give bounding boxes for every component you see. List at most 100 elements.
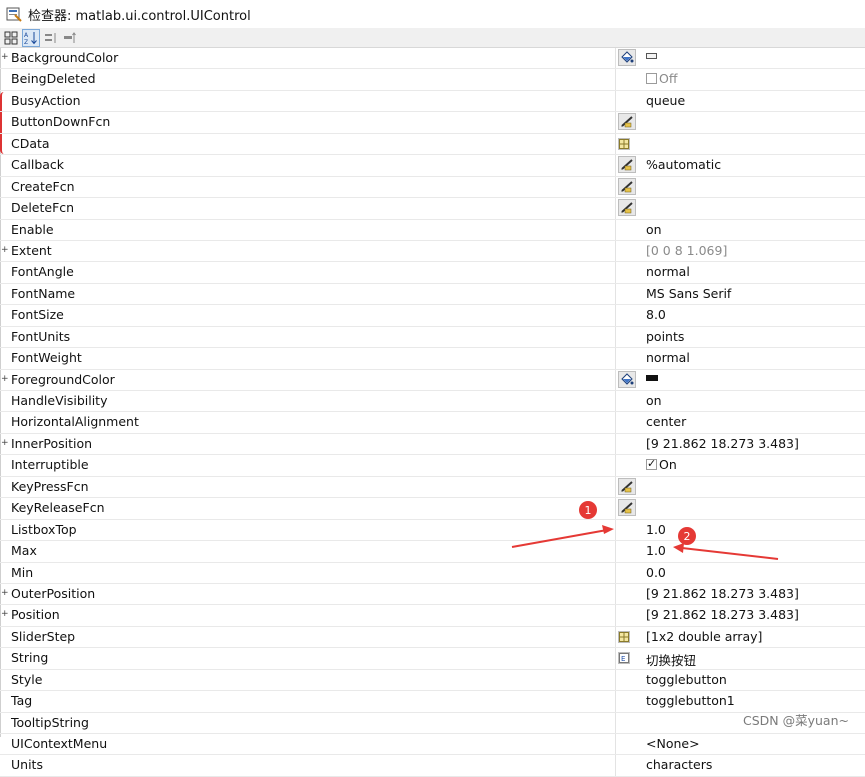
property-value[interactable]: 0.0 (646, 565, 666, 580)
color-swatch[interactable] (646, 50, 657, 65)
property-value[interactable]: center (646, 414, 686, 429)
property-value[interactable]: 切换按钮 (646, 650, 696, 669)
property-row-fontangle[interactable]: FontAngle normal (0, 262, 865, 284)
property-value[interactable]: on (646, 393, 662, 408)
color-swatch-box[interactable] (646, 53, 657, 59)
property-row-uicontextmenu[interactable]: UIContextMenu <None> (0, 734, 865, 756)
property-value[interactable]: [9 21.862 18.273 3.483] (646, 586, 799, 601)
property-row-buttondownfcn[interactable]: ButtonDownFcn (0, 112, 865, 134)
expand-plus-icon[interactable]: + (1, 245, 9, 254)
checkbox-value[interactable]: Off (646, 71, 677, 86)
property-row-fontsize[interactable]: FontSize 8.0 (0, 305, 865, 327)
property-row-handlevisibility[interactable]: HandleVisibility on (0, 391, 865, 413)
categorized-icon[interactable] (3, 30, 19, 46)
property-value[interactable]: [1x2 double array] (646, 629, 762, 644)
expand-plus-icon[interactable]: + (1, 610, 9, 619)
property-value[interactable]: normal (646, 350, 690, 365)
property-row-style[interactable]: Style togglebutton (0, 669, 865, 692)
property-name: Tag (11, 693, 33, 709)
expand-plus-icon[interactable]: + (1, 53, 9, 62)
column-divider (615, 176, 616, 198)
property-name: CData (11, 135, 50, 151)
property-row-callback[interactable]: Callback %automatic (0, 155, 865, 177)
expand-plus-icon[interactable]: + (1, 374, 9, 383)
property-value[interactable]: <None> (646, 736, 700, 751)
property-value[interactable]: characters (646, 757, 712, 772)
property-row-listboxtop[interactable]: ListboxTop 1.0 (0, 519, 865, 542)
edit-pen-icon[interactable] (618, 477, 636, 495)
property-row-keypressfcn[interactable]: KeyPressFcn (0, 476, 865, 499)
property-row-fontname[interactable]: FontName MS Sans Serif (0, 283, 865, 306)
property-row-outerposition[interactable]: + OuterPosition [9 21.862 18.273 3.483] (0, 583, 865, 606)
property-row-createfcn[interactable]: CreateFcn (0, 176, 865, 199)
table-icon[interactable] (618, 137, 630, 150)
property-value[interactable]: %automatic (646, 157, 721, 172)
property-row-innerposition[interactable]: + InnerPosition [9 21.862 18.273 3.483] (0, 433, 865, 456)
property-value[interactable]: points (646, 329, 684, 344)
property-row-interruptible[interactable]: Interruptible On (0, 455, 865, 477)
property-row-deletefcn[interactable]: DeleteFcn (0, 198, 865, 220)
expand-plus-icon[interactable]: + (1, 588, 9, 597)
checkbox-checked-icon[interactable] (646, 457, 657, 471)
color-swatch[interactable] (646, 372, 658, 387)
property-row-backgroundcolor[interactable]: + BackgroundColor (0, 48, 865, 70)
property-value[interactable]: 8.0 (646, 307, 666, 322)
collapse-all-icon[interactable] (62, 30, 78, 46)
checkbox-label: Off (659, 71, 678, 87)
property-row-fontunits[interactable]: FontUnits points (0, 326, 865, 349)
edit-pen-icon[interactable] (618, 499, 636, 517)
expand-plus-icon[interactable]: + (1, 438, 9, 447)
property-value[interactable]: [0 0 8 1.069] (646, 243, 727, 258)
property-row-keyreleasefcn[interactable]: KeyReleaseFcn (0, 498, 865, 520)
property-value[interactable]: [9 21.862 18.273 3.483] (646, 436, 799, 451)
property-name: TooltipString (11, 714, 89, 730)
checkbox-value[interactable]: On (646, 457, 677, 472)
property-name: OuterPosition (11, 585, 96, 601)
property-grid: + BackgroundColor BeingDeleted Off BusyActio… (0, 48, 865, 777)
paint-icon[interactable] (618, 49, 636, 66)
property-name: SliderStep (11, 628, 76, 644)
property-row-tag[interactable]: Tag togglebutton1 (0, 691, 865, 713)
property-row-sliderstep[interactable]: SliderStep [1x2 double array] (0, 626, 865, 649)
property-row-tooltipstring[interactable]: TooltipString (0, 712, 865, 734)
color-swatch-box[interactable] (646, 374, 658, 381)
property-value[interactable]: normal (646, 264, 690, 279)
property-row-string[interactable]: String E 切换按钮 (0, 648, 865, 670)
edit-pen-icon[interactable] (618, 199, 636, 217)
paint-icon[interactable] (618, 370, 636, 388)
property-row-min[interactable]: Min 0.0 (0, 562, 865, 584)
property-name: FontAngle (11, 264, 74, 280)
property-row-max[interactable]: Max 1.0 (0, 541, 865, 563)
property-row-fontweight[interactable]: FontWeight normal (0, 348, 865, 370)
checkbox-unchecked-icon[interactable] (646, 73, 657, 85)
property-value[interactable]: togglebutton1 (646, 693, 735, 708)
property-row-busyaction[interactable]: BusyAction queue (0, 90, 865, 113)
property-value[interactable]: [9 21.862 18.273 3.483] (646, 607, 799, 622)
property-row-enable[interactable]: Enable on (0, 219, 865, 241)
edit-pen-icon[interactable] (618, 156, 636, 174)
window-title: 检查器: matlab.ui.control.UIControl (28, 8, 251, 24)
expand-all-icon[interactable] (43, 30, 59, 46)
property-row-horizontalalignment[interactable]: HorizontalAlignment center (0, 412, 865, 434)
column-divider (615, 112, 616, 133)
property-value[interactable]: on (646, 222, 662, 237)
property-row-foregroundcolor[interactable]: + ForegroundColor (0, 369, 865, 391)
property-row-cdata[interactable]: CData (0, 133, 865, 156)
property-value[interactable]: 1.0 (646, 522, 666, 537)
property-row-position[interactable]: + Position [9 21.862 18.273 3.483] (0, 605, 865, 627)
sort-alpha-icon[interactable]: AZ (22, 28, 40, 47)
property-value[interactable]: togglebutton (646, 672, 727, 687)
column-divider (615, 90, 616, 112)
property-row-units[interactable]: Units characters (0, 755, 865, 777)
table-icon[interactable] (618, 630, 630, 643)
edit-pen-icon[interactable] (618, 113, 636, 131)
property-value[interactable]: MS Sans Serif (646, 286, 731, 301)
property-value[interactable]: 1.0 (646, 543, 666, 558)
column-divider (615, 626, 616, 648)
property-row-extent[interactable]: + Extent [0 0 8 1.069] (0, 240, 865, 263)
edit-pen-icon[interactable] (618, 177, 636, 195)
property-value[interactable]: queue (646, 93, 685, 108)
string-editor-icon[interactable]: E (618, 652, 630, 665)
column-divider (615, 583, 616, 605)
property-row-beingdeleted[interactable]: BeingDeleted Off (0, 69, 865, 91)
